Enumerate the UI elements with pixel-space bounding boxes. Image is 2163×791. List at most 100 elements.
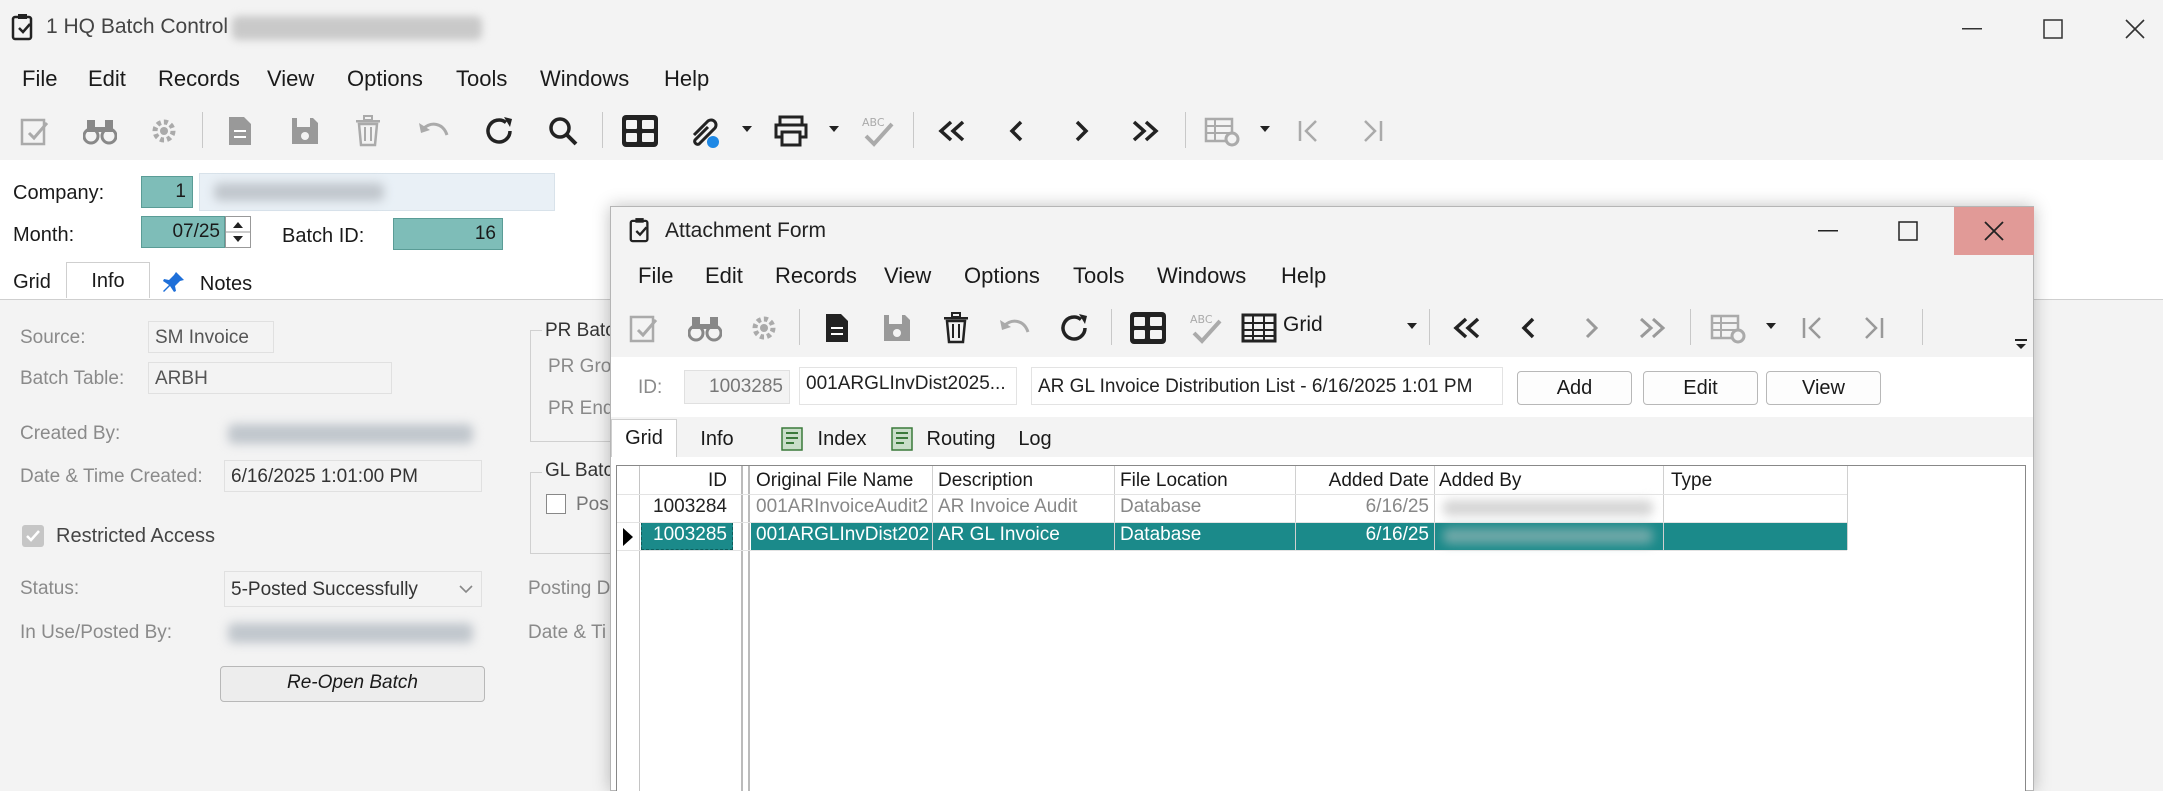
column-header-id[interactable]: ID — [641, 468, 731, 496]
tab-grid[interactable]: Grid — [0, 264, 64, 300]
tab-info[interactable]: Info — [66, 262, 150, 298]
search-icon[interactable] — [540, 108, 586, 154]
refresh-icon[interactable] — [1051, 305, 1097, 351]
undo-icon[interactable] — [992, 305, 1038, 351]
close-button[interactable] — [1954, 207, 2034, 255]
column-header-file-location[interactable]: File Location — [1116, 468, 1296, 496]
batch-id-field[interactable]: 16 — [393, 218, 503, 250]
view-button[interactable]: View — [1766, 371, 1881, 405]
minimize-button[interactable] — [1793, 207, 1863, 255]
binoculars-icon[interactable] — [682, 305, 728, 351]
maximize-button[interactable] — [1873, 207, 1943, 255]
last-page-icon[interactable] — [1850, 305, 1896, 351]
tab-grid[interactable]: Grid — [611, 419, 677, 457]
menu-records[interactable]: Records — [775, 263, 857, 289]
new-record-icon[interactable] — [217, 108, 263, 154]
spellcheck-icon[interactable]: ABC — [1183, 305, 1229, 351]
tab-routing[interactable]: Routing — [917, 421, 1005, 457]
company-field[interactable]: 1 — [141, 176, 193, 208]
description-field[interactable]: AR GL Invoice Distribution List - 6/16/2… — [1031, 367, 1503, 405]
refresh-icon[interactable] — [476, 108, 522, 154]
first-page-icon[interactable] — [1790, 305, 1836, 351]
menu-tools[interactable]: Tools — [456, 66, 507, 92]
menu-edit[interactable]: Edit — [88, 66, 126, 92]
table-icon[interactable] — [1236, 305, 1282, 351]
date-time-created-field[interactable]: 6/16/2025 1:01:00 PM — [224, 460, 482, 492]
menu-file[interactable]: File — [638, 263, 673, 289]
tab-log[interactable]: Log — [1007, 421, 1063, 457]
first-record-icon[interactable] — [929, 108, 975, 154]
column-header-description[interactable]: Description — [934, 468, 1114, 496]
grid-form-icon[interactable] — [1125, 305, 1171, 351]
grid-view-dropdown-icon[interactable] — [1405, 319, 1419, 333]
column-header-added-date[interactable]: Added Date — [1297, 468, 1433, 496]
minimize-button[interactable] — [1937, 4, 2007, 54]
print-dropdown-icon[interactable] — [827, 122, 841, 136]
next-record-icon[interactable] — [1568, 305, 1614, 351]
binoculars-icon[interactable] — [77, 108, 123, 154]
overflow-icon[interactable] — [2014, 337, 2030, 353]
print-icon[interactable] — [768, 108, 814, 154]
menu-tools[interactable]: Tools — [1073, 263, 1124, 289]
menu-file[interactable]: File — [22, 66, 57, 92]
delete-icon[interactable] — [345, 108, 391, 154]
validate-icon[interactable] — [621, 305, 667, 351]
restricted-access-checkbox[interactable] — [22, 525, 44, 547]
grid-settings-dropdown-icon[interactable] — [1764, 319, 1778, 333]
menu-windows[interactable]: Windows — [1157, 263, 1246, 289]
grid-settings-icon[interactable] — [1705, 305, 1751, 351]
grid-view-label[interactable]: Grid — [1283, 313, 1323, 337]
settings-gear-icon[interactable] — [741, 305, 787, 351]
next-record-icon[interactable] — [1058, 108, 1104, 154]
reopen-batch-button[interactable]: Re-Open Batch — [220, 666, 485, 702]
new-record-icon[interactable] — [814, 305, 860, 351]
gl-posted-checkbox[interactable] — [546, 494, 566, 514]
edit-button[interactable]: Edit — [1643, 371, 1758, 405]
maximize-button[interactable] — [2018, 4, 2088, 54]
file-name-field[interactable]: 001ARGLInvDist2025... — [799, 367, 1017, 405]
menu-view[interactable]: View — [884, 263, 931, 289]
in-use-label: In Use/Posted By: — [20, 622, 173, 643]
add-button[interactable]: Add — [1517, 371, 1632, 405]
month-spinner[interactable] — [225, 216, 251, 248]
previous-record-icon[interactable] — [994, 108, 1040, 154]
tab-notes[interactable]: Notes — [186, 266, 266, 302]
column-header-type[interactable]: Type — [1667, 468, 1837, 496]
attachment-dropdown-icon[interactable] — [740, 122, 754, 136]
id-field[interactable]: 1003285 — [684, 370, 790, 404]
last-record-icon[interactable] — [1629, 305, 1675, 351]
grid-settings-icon[interactable] — [1199, 108, 1245, 154]
menu-records[interactable]: Records — [158, 66, 240, 92]
menu-help[interactable]: Help — [664, 66, 709, 92]
previous-record-icon[interactable] — [1506, 305, 1552, 351]
grid-form-icon[interactable] — [617, 108, 663, 154]
last-page-icon[interactable] — [1349, 108, 1395, 154]
undo-icon[interactable] — [411, 108, 457, 154]
settings-gear-icon[interactable] — [141, 108, 187, 154]
status-dropdown[interactable]: 5-Posted Successfully — [224, 571, 482, 607]
close-button[interactable] — [2100, 4, 2163, 54]
menu-windows[interactable]: Windows — [540, 66, 629, 92]
source-field[interactable]: SM Invoice — [148, 321, 274, 353]
batch-table-field[interactable]: ARBH — [148, 362, 392, 394]
first-record-icon[interactable] — [1444, 305, 1490, 351]
last-record-icon[interactable] — [1122, 108, 1168, 154]
menu-options[interactable]: Options — [964, 263, 1040, 289]
save-icon[interactable] — [874, 305, 920, 351]
menu-options[interactable]: Options — [347, 66, 423, 92]
attachment-icon[interactable] — [681, 108, 727, 154]
tab-index[interactable]: Index — [807, 421, 877, 457]
menu-help[interactable]: Help — [1281, 263, 1326, 289]
delete-icon[interactable] — [933, 305, 979, 351]
menu-edit[interactable]: Edit — [705, 263, 743, 289]
month-field[interactable]: 07/25 — [141, 216, 225, 248]
column-header-file-name[interactable]: Original File Name — [752, 468, 932, 496]
save-icon[interactable] — [282, 108, 328, 154]
column-header-added-by[interactable]: Added By — [1435, 468, 1655, 496]
validate-icon[interactable] — [12, 108, 58, 154]
menu-view[interactable]: View — [267, 66, 314, 92]
spellcheck-icon[interactable]: ABC — [855, 108, 901, 154]
first-page-icon[interactable] — [1286, 108, 1332, 154]
grid-settings-dropdown-icon[interactable] — [1258, 122, 1272, 136]
tab-info[interactable]: Info — [687, 421, 747, 457]
